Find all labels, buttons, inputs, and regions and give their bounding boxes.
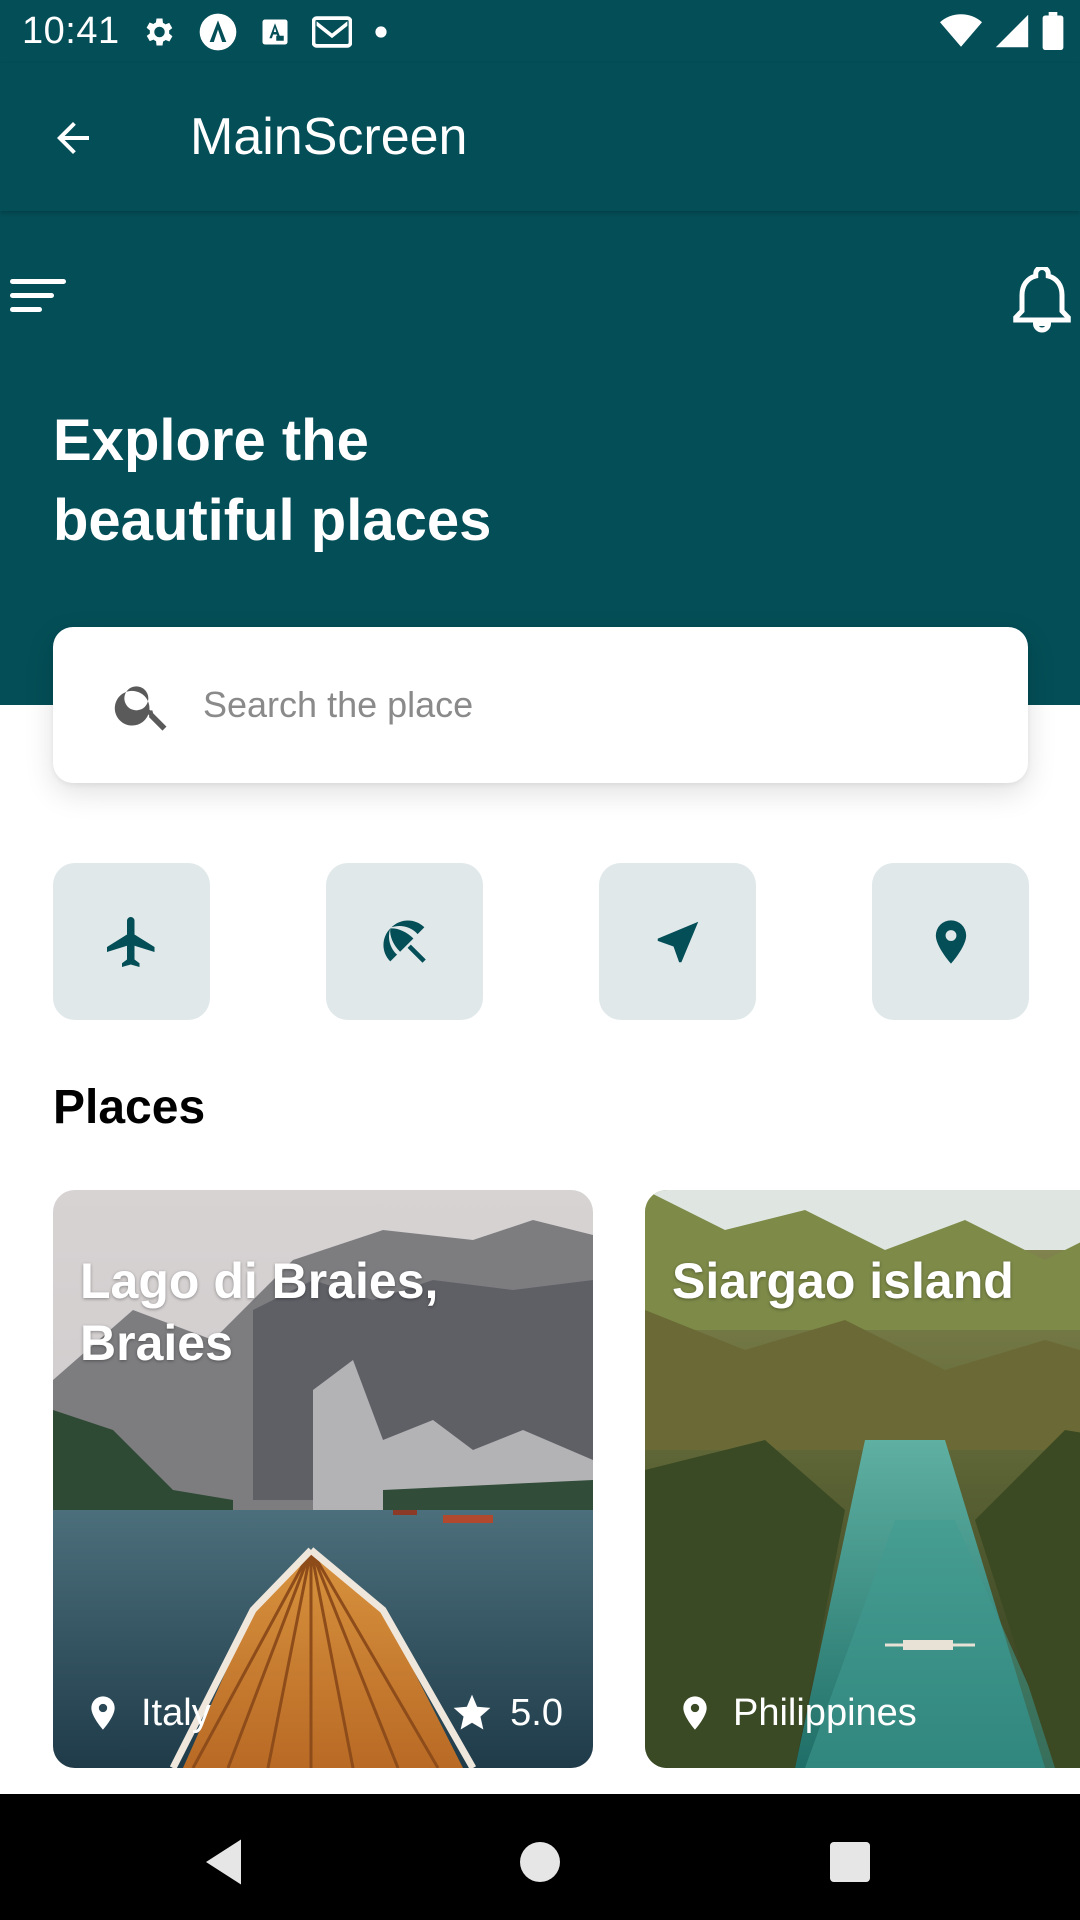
category-location-button[interactable] (872, 863, 1029, 1020)
place-name: Siargao island (672, 1253, 1014, 1309)
hero-title-line2: beautiful places (53, 488, 492, 553)
place-name: Lago di Braies, Braies (80, 1253, 439, 1371)
system-nav-bar (0, 1794, 1080, 1920)
gmail-icon (312, 16, 352, 48)
places-title: Places (53, 1081, 206, 1134)
menu-button[interactable] (6, 271, 70, 321)
nav-recents-button[interactable] (820, 1832, 880, 1892)
place-location: Italy (83, 1690, 211, 1736)
place-card[interactable]: Siargao island Philippines (645, 1190, 1080, 1768)
places-list: Lago di Braies, Braies Italy 5.0 Siargao… (53, 1190, 1080, 1768)
place-location-label: Philippines (733, 1691, 917, 1734)
place-location: Philippines (675, 1690, 917, 1736)
category-flights-button[interactable] (53, 863, 210, 1020)
place-location-label: Italy (141, 1691, 211, 1734)
search-icon (114, 686, 167, 731)
notifications-button[interactable] (1012, 265, 1072, 333)
back-button[interactable] (40, 105, 106, 171)
a-box-icon (262, 19, 288, 45)
status-icons-right (940, 12, 1064, 50)
status-icons-left (140, 12, 388, 52)
dot-icon (375, 26, 387, 38)
search-bar[interactable] (53, 627, 1028, 783)
search-input[interactable] (203, 684, 903, 726)
battery-icon (1042, 12, 1064, 50)
hero-title-line1: Explore the (53, 408, 369, 473)
location-pin-icon (683, 1696, 707, 1730)
navigation-arrow-icon (657, 921, 698, 962)
triangle-back-icon (206, 1839, 241, 1885)
location-pin-icon (935, 919, 966, 964)
nav-back-button[interactable] (196, 1832, 256, 1892)
app-bar: MainScreen (0, 63, 1080, 211)
settings-icon (146, 18, 173, 46)
place-card[interactable]: Lago di Braies, Braies Italy 5.0 (53, 1190, 593, 1768)
hero-title: Explore the beautiful places (53, 401, 753, 561)
circle-home-icon (520, 1842, 560, 1882)
app-title: MainScreen (190, 108, 468, 166)
square-recents-icon (830, 1842, 870, 1882)
place-footer: Italy 5.0 (83, 1688, 563, 1738)
bell-icon (1013, 265, 1071, 333)
place-footer: Philippines (675, 1688, 1080, 1738)
menu-icon (10, 279, 66, 312)
star-icon (453, 1694, 491, 1730)
status-bar: 10:41 (0, 0, 1080, 63)
place-rating: 5.0 (450, 1691, 563, 1735)
signal-icon (995, 14, 1029, 48)
category-beach-button[interactable] (326, 863, 483, 1020)
a-circle-icon (199, 13, 237, 51)
airplane-icon (106, 916, 154, 967)
nav-home-button[interactable] (510, 1832, 570, 1892)
status-time: 10:41 (22, 10, 120, 52)
category-navigation-button[interactable] (599, 863, 756, 1020)
location-pin-icon (91, 1696, 115, 1730)
wifi-icon (940, 14, 982, 47)
category-row (53, 863, 1029, 1020)
beach-umbrella-icon (382, 919, 426, 963)
place-rating-value: 5.0 (510, 1691, 563, 1734)
arrow-left-icon (57, 122, 89, 154)
